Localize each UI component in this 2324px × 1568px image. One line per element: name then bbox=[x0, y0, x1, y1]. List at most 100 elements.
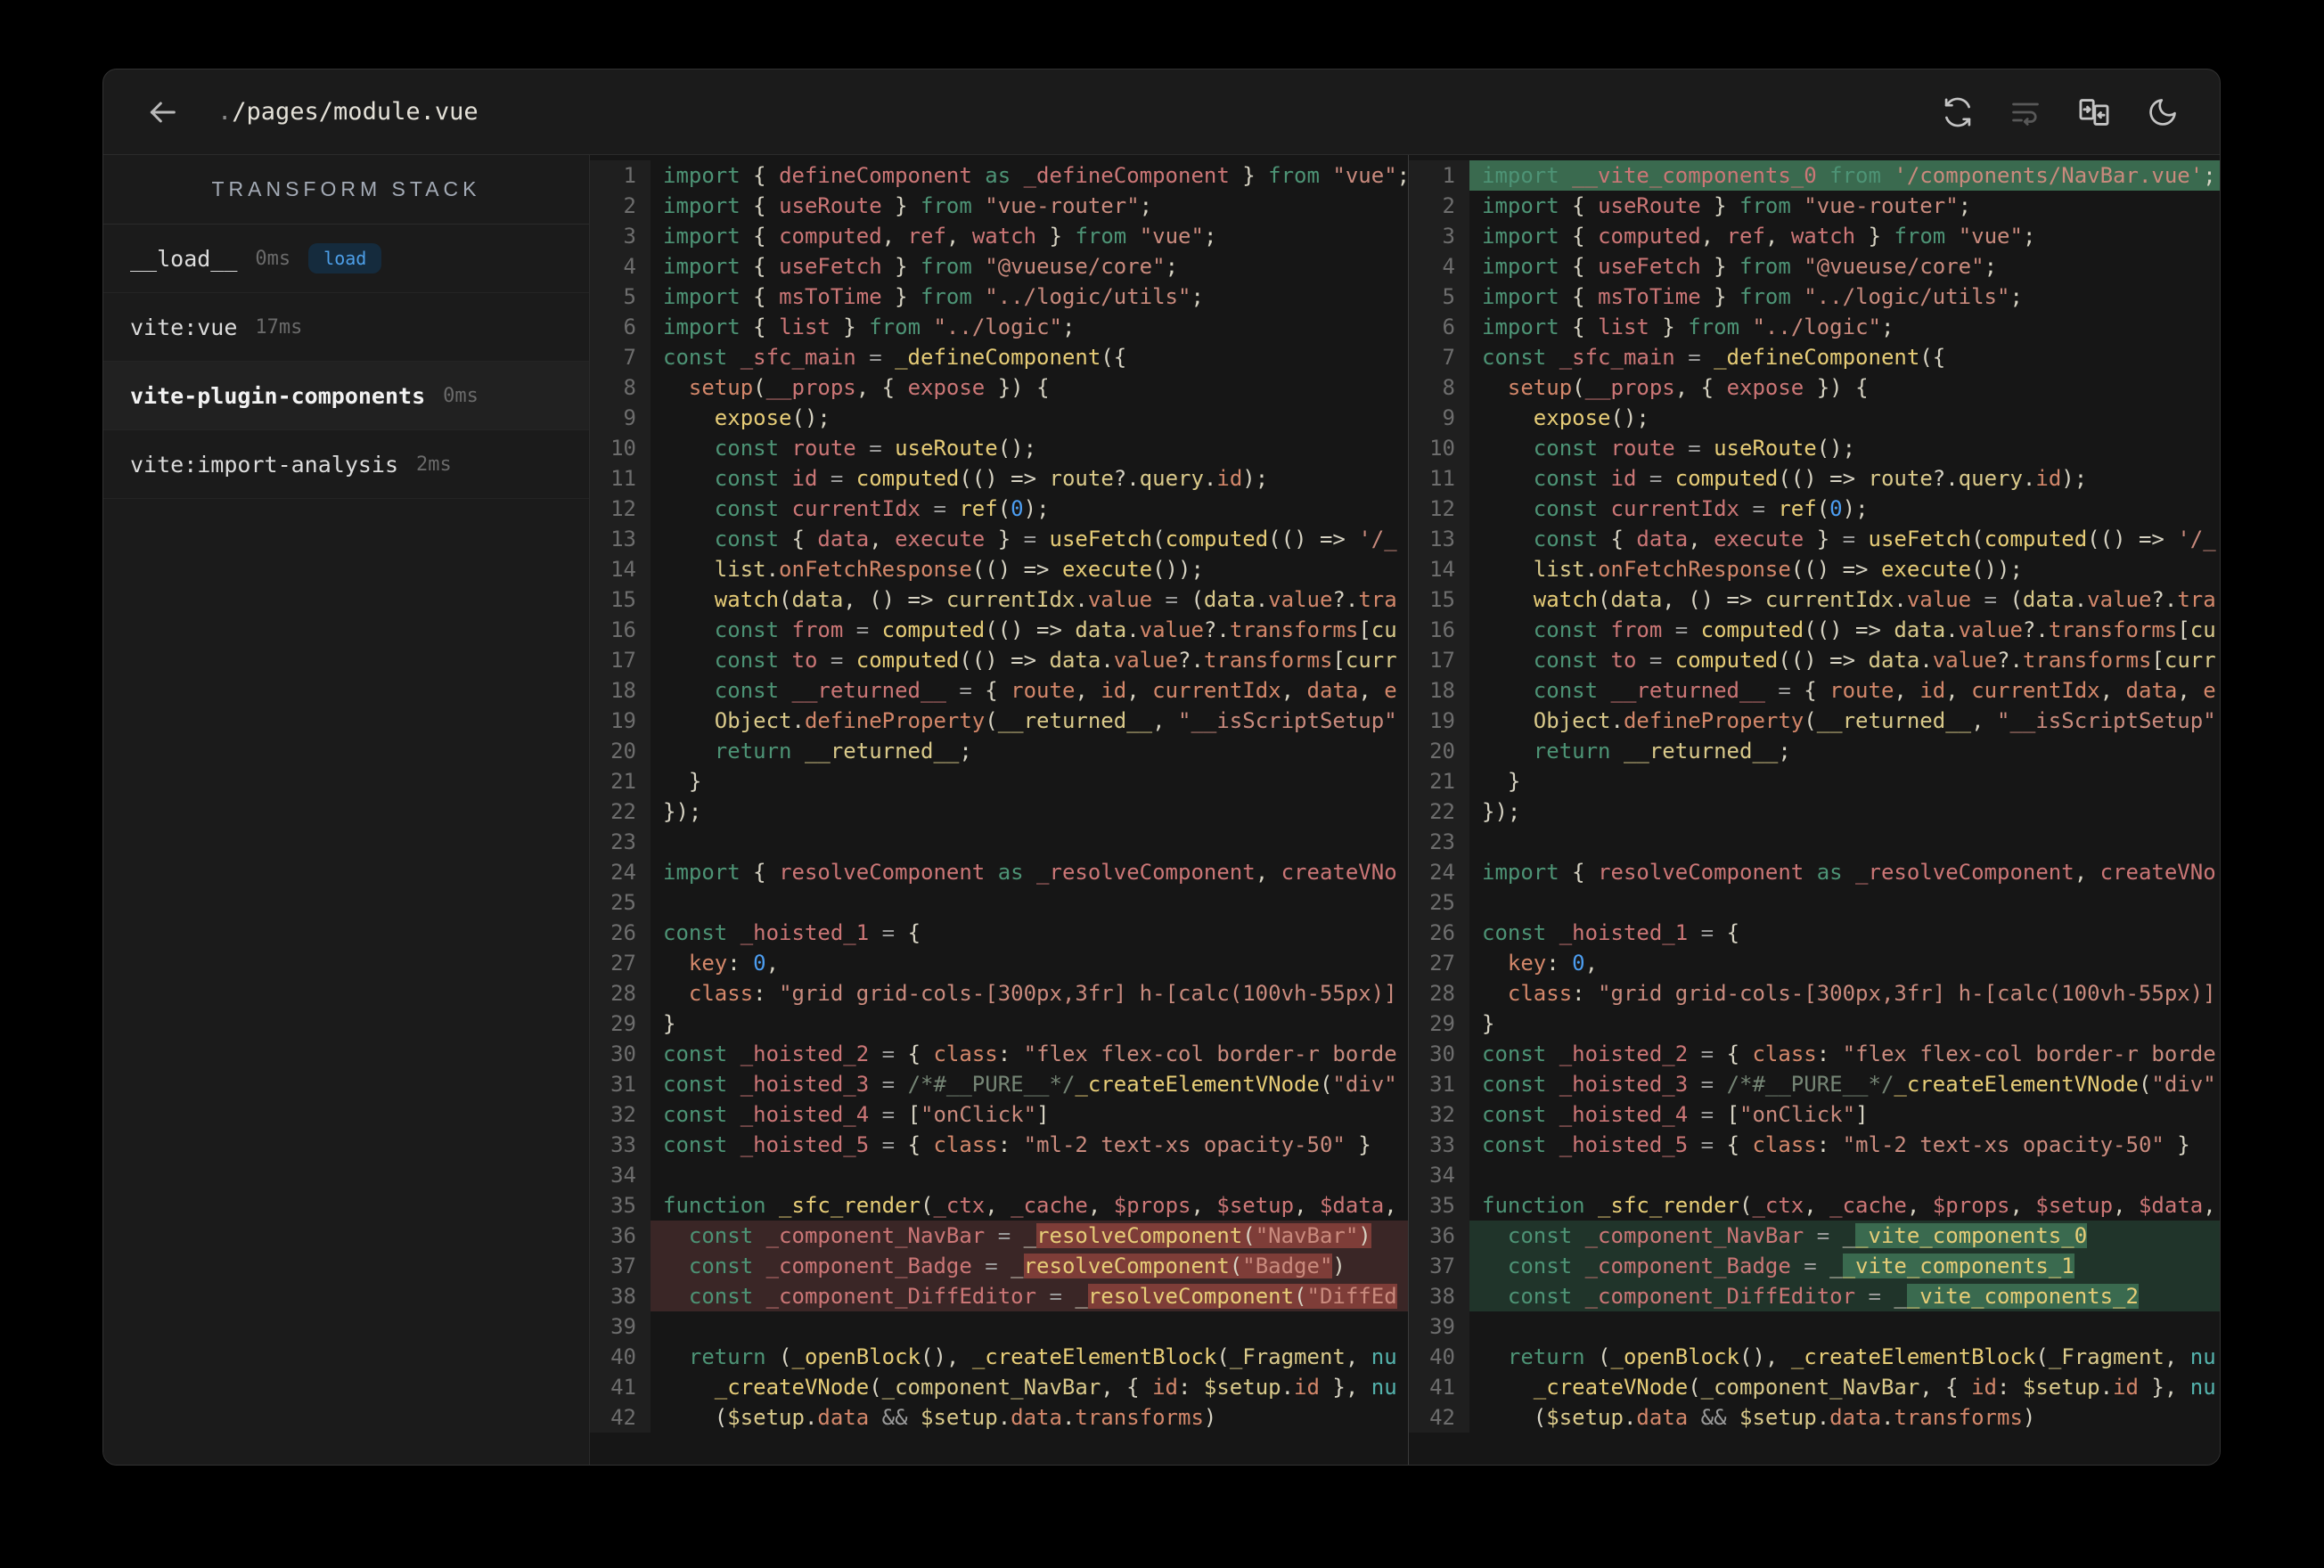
code-text: import { computed, ref, watch } from "vu… bbox=[1482, 224, 2036, 249]
code-line: 32 const _hoisted_4 = ["onClick"] bbox=[590, 1099, 1408, 1130]
line-number: 29 bbox=[590, 1009, 651, 1039]
code-text: import { list } from "../logic"; bbox=[663, 314, 1076, 339]
code-text: const _hoisted_4 = ["onClick"] bbox=[1482, 1102, 1869, 1127]
code-text: const _component_DiffEditor = _resolveCo… bbox=[651, 1281, 1408, 1311]
code-line: 9 expose(); bbox=[590, 403, 1408, 433]
code-line: 39 bbox=[590, 1311, 1408, 1342]
code-text: const to = computed(() => data.value?.tr… bbox=[1533, 648, 2216, 673]
code-line: 31 const _hoisted_3 = /*#__PURE__*/_creat… bbox=[1409, 1069, 2220, 1099]
code-line: 6 import { list } from "../logic"; bbox=[1409, 312, 2220, 342]
code-line: 17 const to = computed(() => data.value?… bbox=[590, 645, 1408, 675]
sidebar-item-vite-import-analysis[interactable]: vite:import-analysis 2ms bbox=[103, 430, 589, 499]
line-number: 22 bbox=[1409, 796, 1469, 827]
code-text: const route = useRoute(); bbox=[1533, 436, 1856, 461]
theme-toggle-button[interactable] bbox=[2147, 96, 2179, 128]
line-number: 41 bbox=[590, 1372, 651, 1402]
line-number: 6 bbox=[590, 312, 651, 342]
code-text: Object.defineProperty(__returned__, "__i… bbox=[1533, 708, 2216, 733]
line-number: 19 bbox=[590, 706, 651, 736]
code-text: _createVNode(_component_NavBar, { id: $s… bbox=[714, 1375, 1397, 1400]
code-text: ($setup.data && $setup.data.transforms) bbox=[663, 1405, 1217, 1430]
code-line: 20 return __returned__; bbox=[590, 736, 1408, 766]
sidebar-header: TRANSFORM STACK bbox=[103, 155, 589, 225]
code-line: 11 const id = computed(() => route?.quer… bbox=[590, 463, 1408, 494]
code-text: const from = computed(() => data.value?.… bbox=[714, 617, 1397, 642]
code-line: 8 setup(__props, { expose }) { bbox=[1409, 372, 2220, 403]
code-line: 16 const from = computed(() => data.valu… bbox=[1409, 615, 2220, 645]
code-line: 40 return (_openBlock(), _createElementB… bbox=[1409, 1342, 2220, 1372]
line-number: 14 bbox=[590, 554, 651, 584]
back-button[interactable] bbox=[144, 94, 180, 130]
line-number: 39 bbox=[590, 1311, 651, 1342]
line-number: 2 bbox=[590, 191, 651, 221]
refresh-button[interactable] bbox=[1942, 96, 1974, 128]
plugin-name: vite-plugin-components bbox=[130, 382, 426, 409]
sidebar-item-vite-plugin-components[interactable]: vite-plugin-components 0ms bbox=[103, 362, 589, 430]
code-text: const _component_DiffEditor = __vite_com… bbox=[1469, 1281, 2220, 1311]
code-line: 4 import { useFetch } from "@vueuse/core"… bbox=[1409, 251, 2220, 282]
code-text: watch(data, () => currentIdx.value = (da… bbox=[714, 587, 1397, 612]
code-panel-after[interactable]: 1 import __vite_components_0 from '/compo… bbox=[1408, 155, 2220, 1465]
line-number: 33 bbox=[1409, 1130, 1469, 1160]
line-number: 23 bbox=[1409, 827, 1469, 857]
code-text: return (_openBlock(), _createElementBloc… bbox=[688, 1344, 1397, 1369]
line-number: 11 bbox=[590, 463, 651, 494]
sidebar-item--load-[interactable]: __load__ 0ms load bbox=[103, 225, 589, 293]
code-line: 22}); bbox=[1409, 796, 2220, 827]
code-line: 28 class: "grid grid-cols-[300px,3fr] h-… bbox=[590, 978, 1408, 1009]
code-line: 17 const to = computed(() => data.value?… bbox=[1409, 645, 2220, 675]
code-text: const __returned__ = { route, id, curren… bbox=[714, 678, 1397, 703]
code-line: 37 const _component_Badge = _resolveComp… bbox=[590, 1251, 1408, 1281]
code-line: 16 const from = computed(() => data.valu… bbox=[590, 615, 1408, 645]
line-number: 27 bbox=[1409, 948, 1469, 978]
line-number: 18 bbox=[1409, 675, 1469, 706]
plugin-name: vite:import-analysis bbox=[130, 451, 399, 478]
code-line: 23 bbox=[1409, 827, 2220, 857]
code-text: watch(data, () => currentIdx.value = (da… bbox=[1533, 587, 2216, 612]
code-line: 38 const _component_DiffEditor = __vite_… bbox=[1409, 1281, 2220, 1311]
code-panel-before[interactable]: 1 import { defineComponent as _defineComp… bbox=[590, 155, 1408, 1465]
code-line: 14 list.onFetchResponse(() => execute())… bbox=[590, 554, 1408, 584]
line-wrap-button[interactable] bbox=[2009, 96, 2042, 128]
line-number: 30 bbox=[1409, 1039, 1469, 1069]
code-line: 35 function _sfc_render(_ctx, _cache, $pr… bbox=[590, 1190, 1408, 1221]
line-number: 21 bbox=[590, 766, 651, 796]
code-line: 15 watch(data, () => currentIdx.value = … bbox=[590, 584, 1408, 615]
code-line: 5 import { msToTime } from "../logic/util… bbox=[590, 282, 1408, 312]
sidebar-item-vite-vue[interactable]: vite:vue 17ms bbox=[103, 293, 589, 362]
code-text: const _hoisted_1 = { bbox=[663, 920, 921, 945]
code-line: 8 setup(__props, { expose }) { bbox=[590, 372, 1408, 403]
code-text: function _sfc_render(_ctx, _cache, $prop… bbox=[1482, 1193, 2216, 1218]
code-text: import __vite_components_0 from '/compon… bbox=[1469, 160, 2220, 191]
code-text: }); bbox=[1482, 799, 1521, 824]
line-number: 30 bbox=[590, 1039, 651, 1069]
code-text: class: "grid grid-cols-[300px,3fr] h-[ca… bbox=[688, 981, 1397, 1006]
code-text: import { defineComponent as _defineCompo… bbox=[663, 163, 1408, 188]
line-number: 8 bbox=[1409, 372, 1469, 403]
code-line: 19 Object.defineProperty(__returned__, "… bbox=[1409, 706, 2220, 736]
code-text: return __returned__; bbox=[714, 739, 972, 764]
code-text: const _hoisted_3 = /*#__PURE__*/_createE… bbox=[663, 1072, 1397, 1097]
code-text: }); bbox=[663, 799, 702, 824]
code-line: 7 const _sfc_main = _defineComponent({ bbox=[590, 342, 1408, 372]
code-line: 42 ($setup.data && $setup.data.transform… bbox=[590, 1402, 1408, 1433]
diff-view-button[interactable] bbox=[2077, 95, 2111, 129]
code-line: 5 import { msToTime } from "../logic/util… bbox=[1409, 282, 2220, 312]
code-text: return (_openBlock(), _createElementBloc… bbox=[1507, 1344, 2216, 1369]
code-text: import { useRoute } from "vue-router"; bbox=[1482, 193, 1972, 218]
main-content: TRANSFORM STACK __load__ 0ms load vite:vue 1… bbox=[103, 155, 2220, 1465]
code-text: import { useFetch } from "@vueuse/core"; bbox=[1482, 254, 1998, 279]
code-text: const { data, execute } = useFetch(compu… bbox=[714, 527, 1397, 551]
line-number: 15 bbox=[1409, 584, 1469, 615]
code-line: 25 bbox=[1409, 887, 2220, 918]
code-text: class: "grid grid-cols-[300px,3fr] h-[ca… bbox=[1507, 981, 2216, 1006]
code-text: key: 0, bbox=[688, 951, 780, 976]
code-line: 22}); bbox=[590, 796, 1408, 827]
code-line: 36 const _component_NavBar = _resolveCom… bbox=[590, 1221, 1408, 1251]
line-number: 7 bbox=[1409, 342, 1469, 372]
code-line: 11 const id = computed(() => route?.quer… bbox=[1409, 463, 2220, 494]
code-line: 13 const { data, execute } = useFetch(co… bbox=[590, 524, 1408, 554]
code-text: list.onFetchResponse(() => execute()); bbox=[1533, 557, 2023, 582]
code-text: const __returned__ = { route, id, curren… bbox=[1533, 678, 2216, 703]
